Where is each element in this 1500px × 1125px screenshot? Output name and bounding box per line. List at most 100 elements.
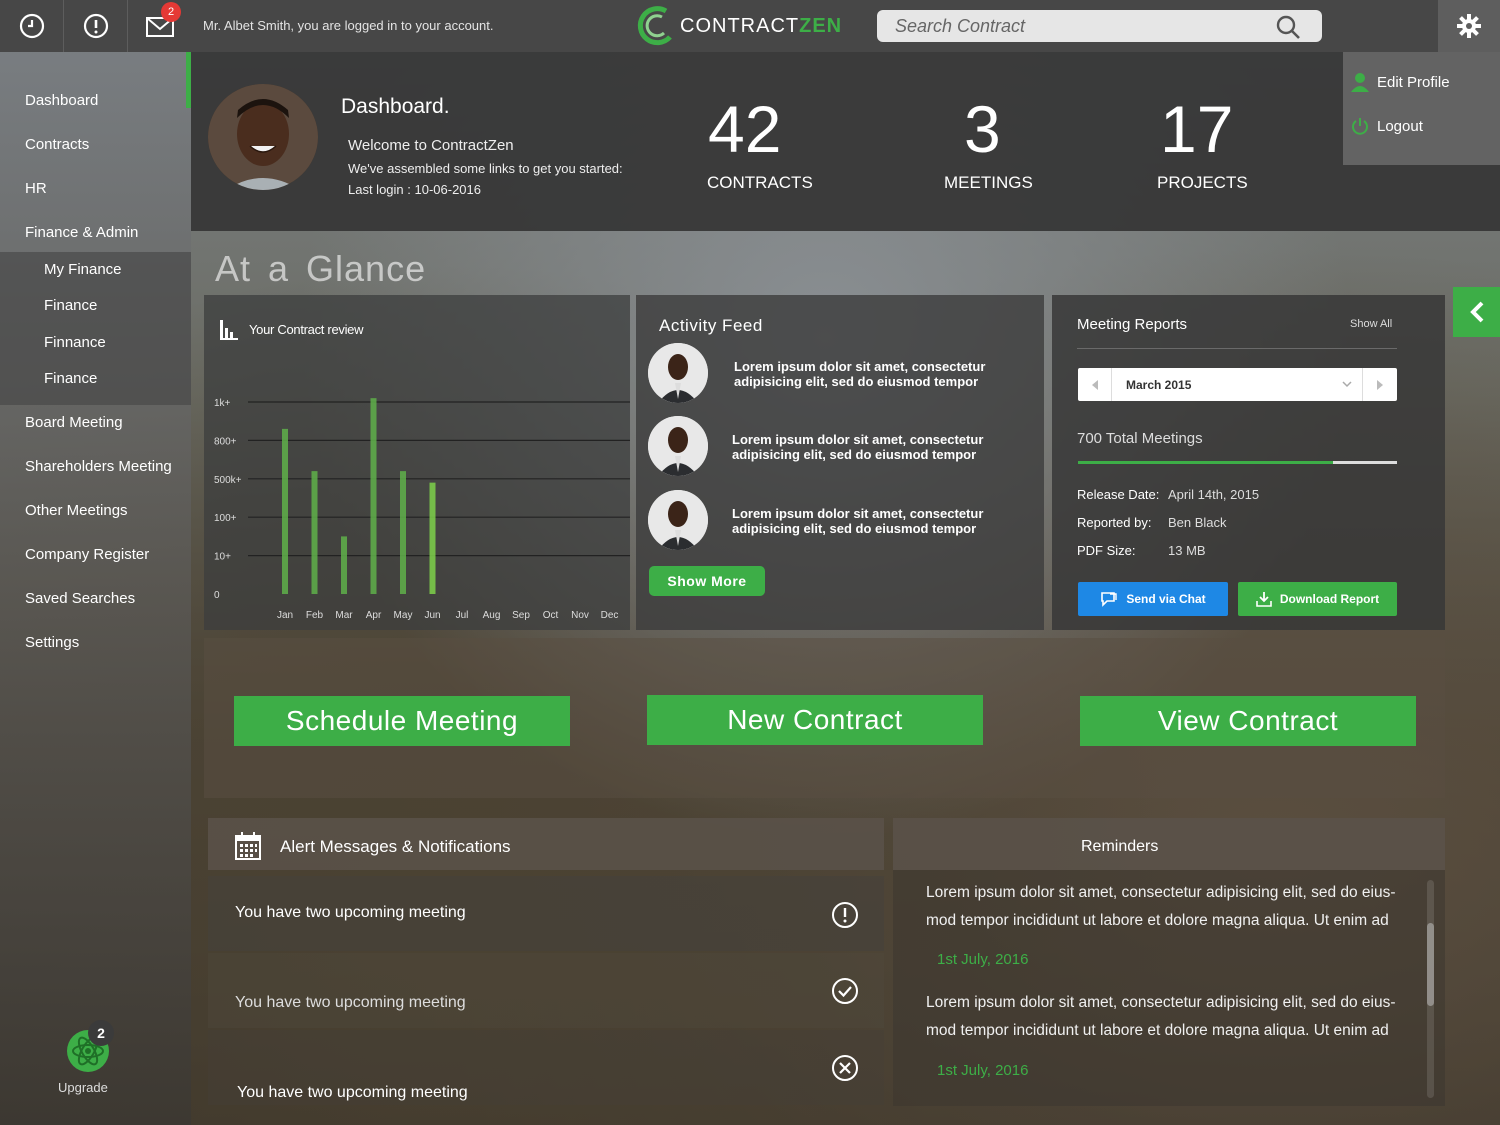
y-tick-label: 500k+: [214, 475, 242, 486]
sidebar-item-settings[interactable]: Settings: [25, 634, 79, 651]
activity-item[interactable]: Lorem ipsum dolor sit amet, consectetur …: [648, 416, 1028, 476]
contracts-label: CONTRACTS: [707, 173, 813, 192]
sidebar-item-finance-admin[interactable]: Finance & Admin: [25, 224, 138, 241]
next-month-button[interactable]: [1362, 368, 1397, 401]
reminder-text: Lorem ipsum dolor sit amet, consectetur …: [926, 884, 1396, 929]
chart-bar[interactable]: [282, 428, 288, 594]
x-tick-label: Jan: [277, 610, 293, 621]
chevron-left-icon: [1469, 301, 1483, 323]
meetings-progress-bar: [1078, 461, 1397, 464]
activity-item[interactable]: Lorem ipsum dolor sit amet, consectetur …: [648, 490, 1028, 550]
y-tick-label: 800+: [214, 436, 237, 447]
chart-bar[interactable]: [341, 536, 347, 594]
search-icon[interactable]: [1275, 14, 1301, 40]
logout-item[interactable]: Logout: [1351, 117, 1423, 135]
sidebar-subitem-finance[interactable]: Finance: [44, 297, 97, 314]
activity-text: Lorem ipsum dolor sit amet, consectetur …: [732, 432, 984, 462]
alert-row[interactable]: You have two upcoming meeting: [208, 1030, 884, 1105]
reminder-text: Lorem ipsum dolor sit amet, consectetur …: [926, 994, 1396, 1039]
alert-row[interactable]: You have two upcoming meeting: [208, 953, 884, 1028]
y-tick-label: 100+: [214, 513, 237, 524]
gear-icon: [1457, 14, 1481, 38]
edit-profile-item[interactable]: Edit Profile: [1351, 72, 1450, 92]
logo-zen-text: ZEN: [799, 14, 843, 37]
y-tick-label: 10+: [214, 552, 231, 563]
activity-avatar: [648, 343, 708, 403]
sidebar-subitem-finance-2[interactable]: Finance: [44, 370, 97, 387]
x-tick-label: Apr: [366, 610, 382, 621]
month-value[interactable]: March 2015: [1126, 378, 1191, 392]
logout-label: Logout: [1377, 117, 1423, 135]
schedule-meeting-button[interactable]: Schedule Meeting: [234, 696, 570, 746]
settings-button[interactable]: [1438, 0, 1500, 52]
sidebar-item-contracts[interactable]: Contracts: [25, 136, 89, 153]
show-all-link[interactable]: Show All: [1350, 318, 1392, 330]
upgrade-button[interactable]: 2: [58, 1020, 118, 1082]
chart-bar[interactable]: [400, 471, 406, 594]
chevron-down-icon[interactable]: [1342, 381, 1352, 388]
chart-title: Your Contract review: [249, 322, 364, 337]
sidebar-item-company-register[interactable]: Company Register: [25, 546, 149, 563]
bar-chart-icon: [220, 320, 238, 340]
user-avatar[interactable]: [208, 84, 318, 190]
chart-bar[interactable]: [429, 482, 436, 594]
download-icon: [1256, 592, 1272, 607]
last-login: Last login : 10-06-2016: [348, 182, 481, 197]
chart-bar[interactable]: [311, 471, 318, 594]
view-contract-button[interactable]: View Contract: [1080, 696, 1416, 746]
sidebar-item-other-meetings[interactable]: Other Meetings: [25, 502, 128, 519]
exclamation-circle-icon[interactable]: [831, 901, 859, 929]
search-input[interactable]: [877, 10, 1322, 42]
show-more-button[interactable]: Show More: [649, 566, 765, 596]
exclamation-icon: [83, 13, 108, 39]
pdf-size-label: PDF Size:: [1077, 543, 1136, 558]
prev-month-button[interactable]: [1078, 368, 1112, 401]
x-tick-label: Jun: [424, 610, 440, 621]
alerts-title: Alert Messages & Notifications: [280, 837, 511, 856]
sidebar: Dashboard Contracts HR Finance & Admin M…: [0, 52, 191, 1125]
reminder-date: 1st July, 2016: [937, 1062, 1029, 1079]
sidebar-item-board-meeting[interactable]: Board Meeting: [25, 414, 123, 431]
reminder-date: 1st July, 2016: [937, 951, 1029, 968]
welcome-heading: Welcome to ContractZen: [348, 137, 514, 154]
sidebar-item-hr[interactable]: HR: [25, 180, 47, 197]
y-tick-label: 0: [214, 590, 220, 601]
projects-count: 17: [1160, 92, 1234, 166]
activity-feed-title: Activity Feed: [659, 316, 763, 335]
activity-avatar: [648, 416, 708, 476]
meeting-reports-title: Meeting Reports: [1077, 316, 1188, 333]
sidebar-item-saved-searches[interactable]: Saved Searches: [25, 590, 135, 607]
notification-badge: 2: [161, 2, 181, 22]
send-via-chat-button[interactable]: Send via Chat: [1078, 582, 1228, 616]
x-tick-label: Dec: [601, 610, 619, 621]
panel-toggle-button[interactable]: [1453, 287, 1500, 337]
clock-button[interactable]: [0, 0, 64, 52]
upgrade-count-badge: 2: [88, 1020, 114, 1046]
release-date-row: Release Date: April 14th, 2015: [1077, 487, 1259, 502]
reminders-header: [893, 818, 1445, 870]
new-contract-button[interactable]: New Contract: [647, 695, 983, 745]
sidebar-subitem-finnance[interactable]: Finnance: [44, 334, 106, 351]
contract-review-chart: 0 10+ 100+ 500k+ 800+ 1k+ Jan Feb Mar Apr May Jun Ju…: [214, 398, 630, 621]
alert-button[interactable]: [64, 0, 128, 52]
alert-text: You have two upcoming meeting: [237, 1084, 468, 1101]
close-circle-icon[interactable]: [831, 1054, 859, 1082]
page-title: Dashboard.: [341, 95, 450, 118]
logo-contract-text: CONTRACT: [680, 14, 800, 37]
alert-text: You have two upcoming meeting: [235, 994, 466, 1011]
sidebar-item-dashboard[interactable]: Dashboard: [25, 92, 98, 109]
download-report-button[interactable]: Download Report: [1238, 582, 1397, 616]
chart-bar[interactable]: [370, 398, 377, 594]
projects-label: PROJECTS: [1157, 173, 1248, 192]
x-tick-label: Mar: [335, 610, 353, 621]
alert-row[interactable]: You have two upcoming meeting: [208, 876, 884, 951]
reminders-scrollbar-thumb[interactable]: [1427, 923, 1434, 1006]
activity-item[interactable]: Lorem ipsum dolor sit amet, consectetur …: [648, 343, 1028, 403]
messages-button[interactable]: 2: [128, 0, 192, 52]
logo[interactable]: CONTRACTZEN: [636, 3, 842, 49]
sidebar-subitem-my-finance[interactable]: My Finance: [44, 261, 122, 278]
check-circle-icon[interactable]: [831, 977, 859, 1005]
sidebar-item-shareholders-meeting[interactable]: Shareholders Meeting: [25, 458, 172, 475]
activity-avatar: [648, 490, 708, 550]
person-photo-icon: [648, 416, 708, 476]
